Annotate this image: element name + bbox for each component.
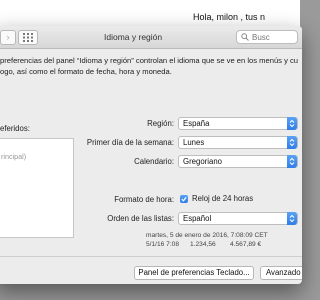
description-line-2: ogo, así como el formato de fecha, hora … bbox=[0, 67, 172, 76]
region-label: Región: bbox=[147, 119, 174, 128]
time-format-label: Formato de hora: bbox=[114, 195, 174, 204]
title-bar: › Idioma y región bbox=[0, 26, 302, 49]
sort-order-label: Orden de las listas: bbox=[107, 214, 174, 223]
window-title: Idioma y región bbox=[104, 32, 163, 42]
popup-arrows-icon bbox=[287, 212, 297, 225]
first-day-value: Lunes bbox=[183, 138, 205, 147]
panel-description: preferencias del panel “Idioma y región”… bbox=[0, 55, 300, 77]
calendar-value: Gregoriano bbox=[183, 157, 223, 166]
24-hour-checkbox[interactable] bbox=[180, 195, 188, 203]
show-all-button[interactable] bbox=[18, 30, 38, 45]
search-input[interactable] bbox=[252, 31, 296, 43]
keyboard-preferences-button[interactable]: Panel de preferencias Teclado... bbox=[134, 266, 254, 280]
description-line-1: preferencias del panel “Idioma y región”… bbox=[0, 56, 299, 65]
divider bbox=[0, 256, 302, 257]
sort-order-popup[interactable]: Español bbox=[178, 212, 298, 225]
popup-arrows-icon bbox=[287, 136, 297, 149]
background-greeting: Hola, milon , tus n bbox=[193, 12, 266, 22]
number-sample: 1.234,56 bbox=[190, 241, 216, 248]
search-icon bbox=[241, 33, 249, 41]
currency-sample: 4.567,89 € bbox=[230, 241, 262, 248]
chevron-right-icon: › bbox=[6, 32, 10, 42]
date-sample: martes, 5 de enero de 2016, 7:08:09 CET bbox=[146, 232, 268, 239]
search-field[interactable] bbox=[236, 30, 298, 44]
forward-button[interactable]: › bbox=[0, 30, 16, 45]
first-day-popup[interactable]: Lunes bbox=[178, 136, 298, 149]
region-value: España bbox=[183, 119, 210, 128]
first-day-label: Primer día de la semana: bbox=[86, 138, 174, 147]
popup-arrows-icon bbox=[287, 155, 297, 168]
calendar-popup[interactable]: Gregoriano bbox=[178, 155, 298, 168]
grid-icon bbox=[23, 33, 33, 42]
calendar-label: Calendario: bbox=[134, 157, 174, 166]
advanced-button[interactable]: Avanzado bbox=[260, 266, 302, 280]
sort-order-value: Español bbox=[183, 214, 212, 223]
preferences-window: › Idioma y región preferencias del panel… bbox=[0, 26, 302, 284]
24-hour-checkbox-label[interactable]: Reloj de 24 horas bbox=[192, 194, 253, 203]
region-popup[interactable]: España bbox=[178, 117, 298, 130]
checkmark-icon bbox=[181, 196, 187, 202]
preferred-languages-list[interactable]: rincipal) bbox=[0, 138, 74, 238]
popup-arrows-icon bbox=[287, 117, 297, 130]
short-date-sample: 5/1/16 7:08 bbox=[146, 241, 179, 248]
